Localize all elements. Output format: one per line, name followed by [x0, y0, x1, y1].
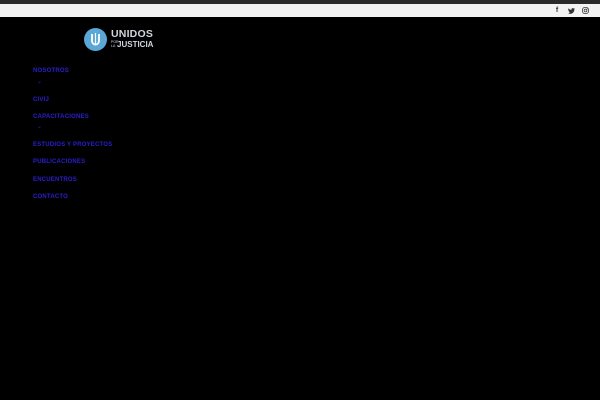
top-social-bar — [0, 4, 600, 17]
twitter-icon[interactable] — [566, 5, 576, 16]
facebook-icon[interactable]: f — [552, 5, 562, 16]
logo-line-1: UNIDOS — [111, 28, 154, 41]
nav-item-estudios-y-proyectos[interactable]: ESTUDIOS Y PROYECTOS — [33, 142, 112, 148]
nav-item-civij[interactable]: CIVIJ — [33, 97, 49, 103]
logo-u-symbol — [91, 32, 100, 45]
facebook-glyph: f — [555, 7, 559, 14]
logo-small-text: POR LA — [111, 40, 119, 48]
instagram-camera-svg — [581, 7, 589, 14]
logo-emblem-icon — [84, 27, 107, 51]
nav-item-publicaciones[interactable]: PUBLICACIONES — [33, 159, 85, 165]
logo-line-2: POR LA JUSTICIA — [111, 39, 154, 49]
logo-big-text: JUSTICIA — [117, 39, 154, 49]
logo-wordmark: UNIDOS POR LA JUSTICIA — [111, 29, 153, 49]
twitter-bird-svg — [567, 7, 575, 14]
nav-item-encuentros[interactable]: ENCUENTROS — [33, 177, 77, 183]
chevron-down-icon[interactable]: ⌄ — [37, 79, 42, 85]
chevron-down-icon[interactable]: ⌄ — [37, 124, 42, 130]
nav-item-nosotros[interactable]: NOSOTROS — [33, 68, 69, 74]
site-logo[interactable]: UNIDOS POR LA JUSTICIA — [84, 26, 153, 52]
nav-item-contacto[interactable]: CONTACTO — [33, 194, 68, 200]
nav-item-capacitaciones[interactable]: CAPACITACIONES — [33, 114, 89, 120]
instagram-icon[interactable] — [580, 5, 590, 16]
